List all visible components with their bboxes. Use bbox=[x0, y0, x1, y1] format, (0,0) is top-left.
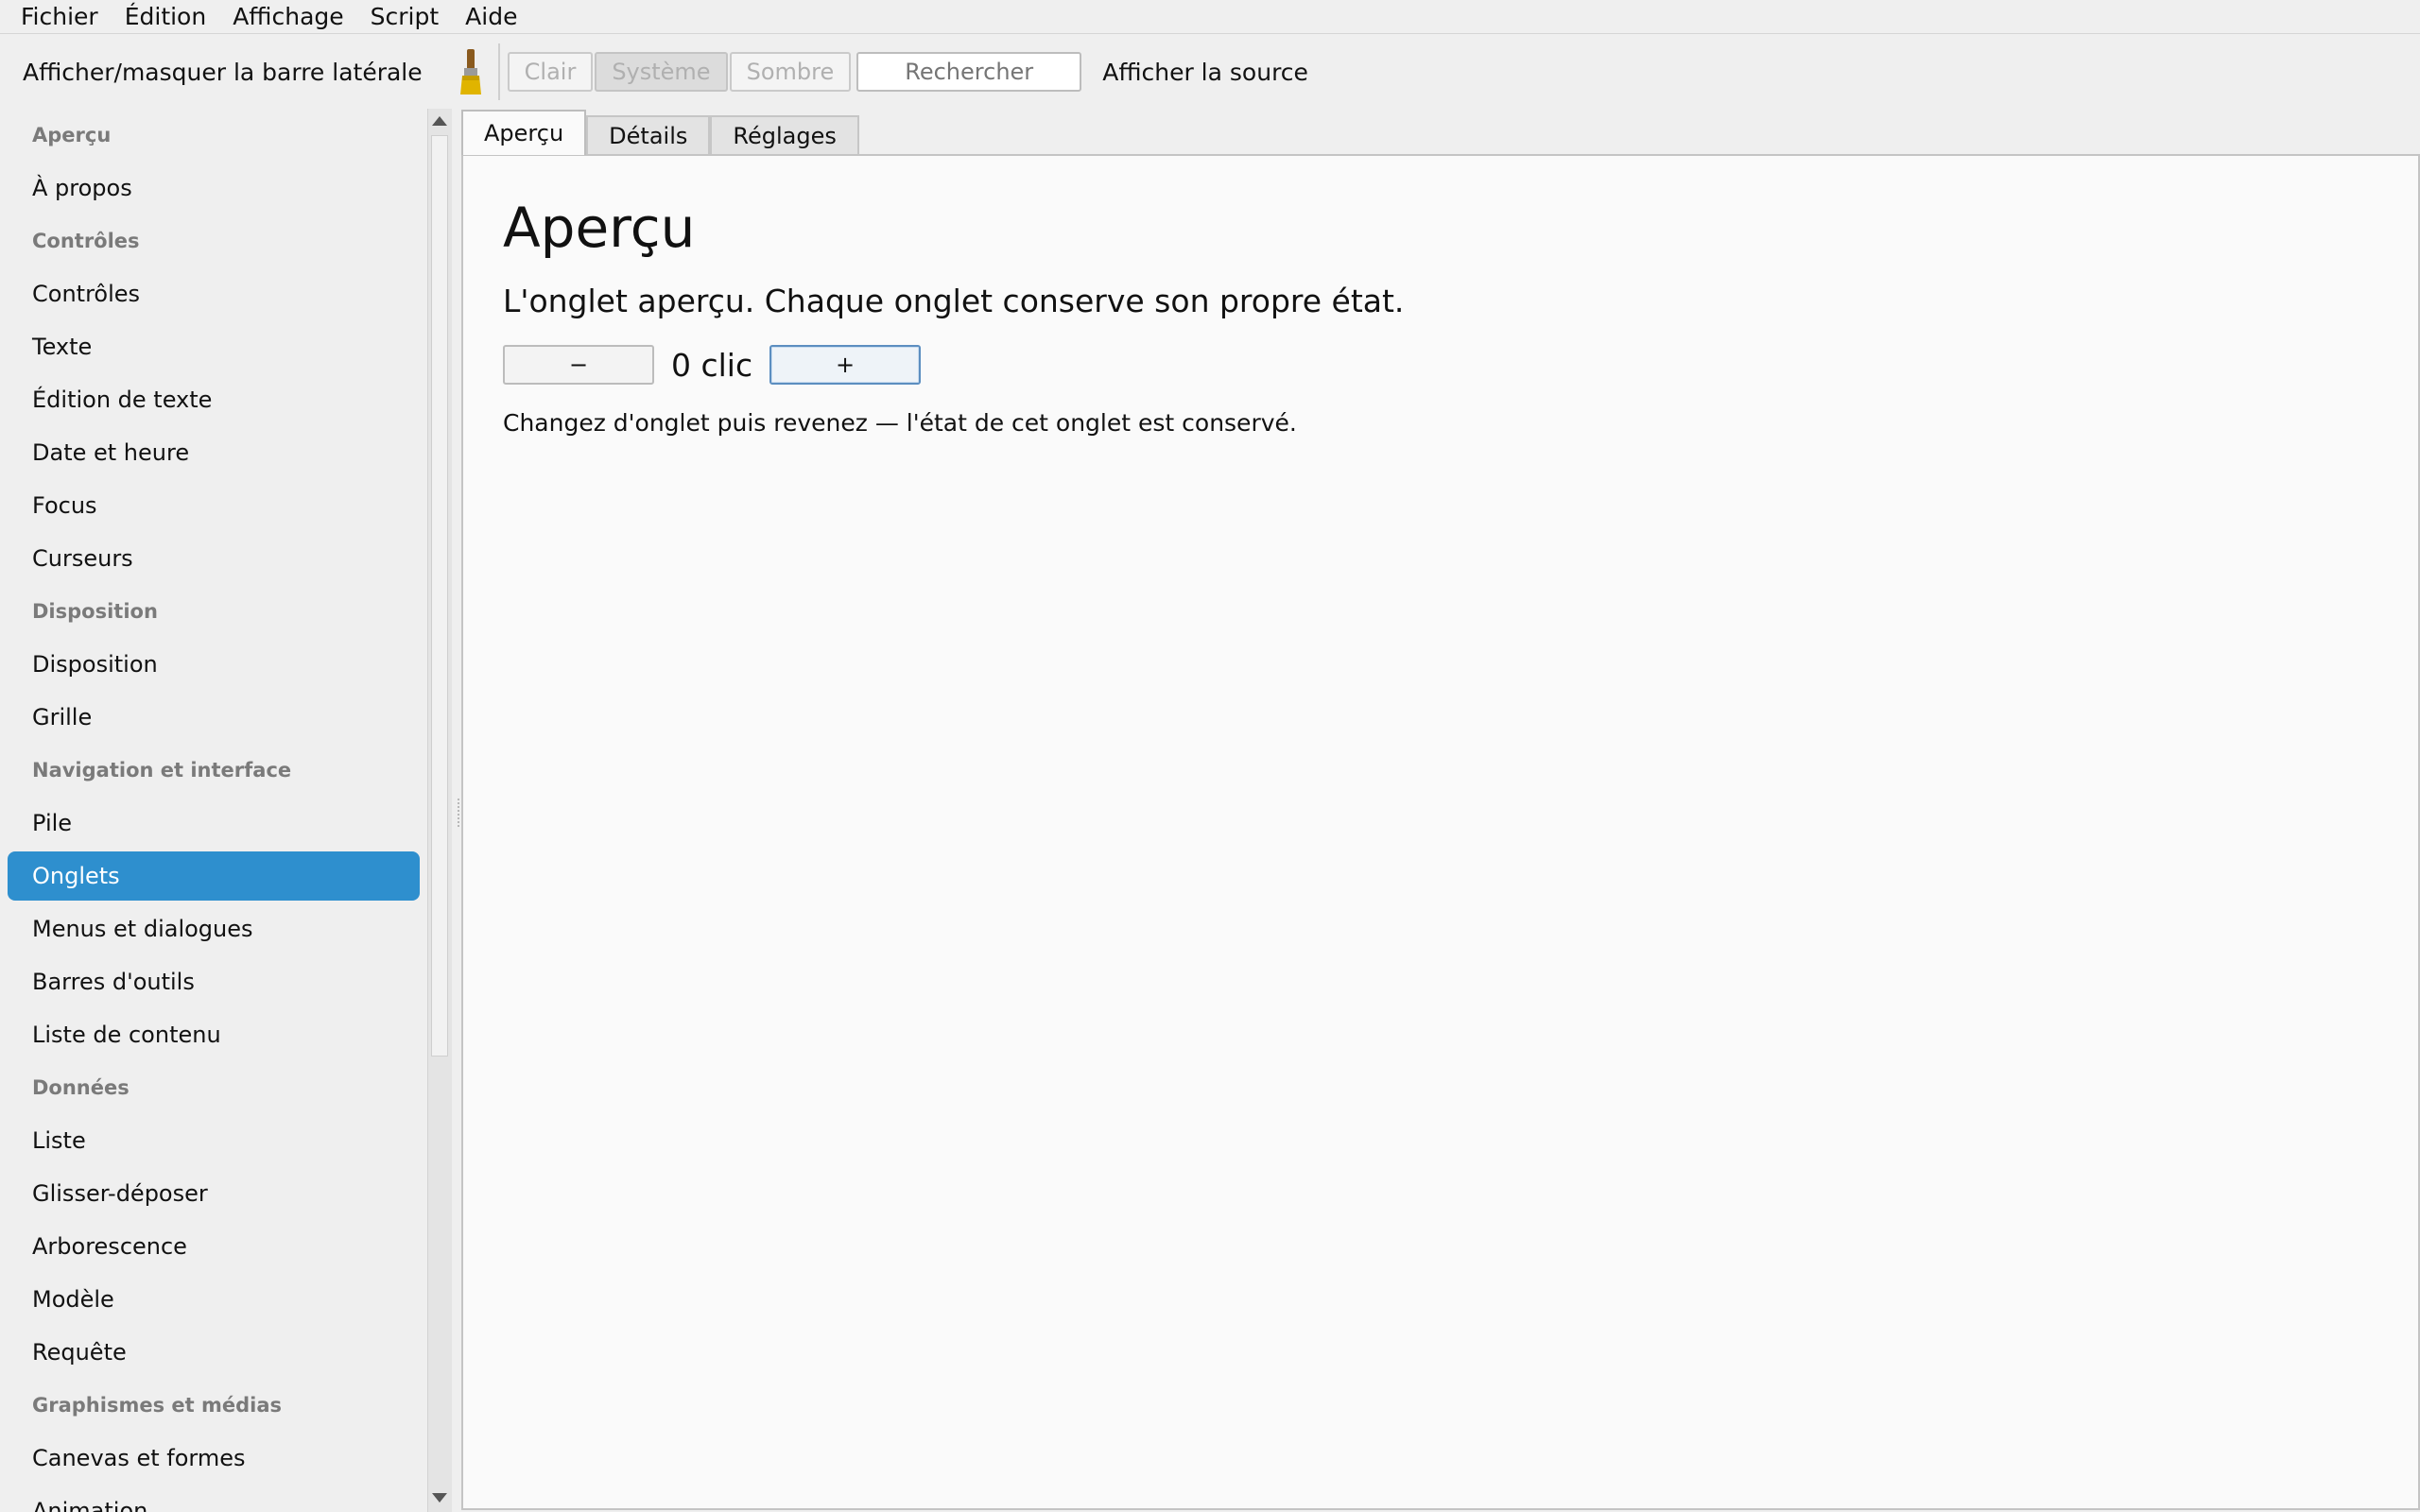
menu-affichage[interactable]: Affichage bbox=[219, 1, 356, 33]
sidebar-item-glisser-deposer[interactable]: Glisser-déposer bbox=[8, 1167, 420, 1220]
sidebar-item-grille[interactable]: Grille bbox=[8, 691, 420, 744]
menu-bar: Fichier Édition Affichage Script Aide bbox=[0, 0, 2420, 34]
theme-selector: Clair Système Sombre bbox=[507, 52, 854, 92]
sidebar-item-onglets[interactable]: Onglets bbox=[8, 851, 420, 901]
toolbar-separator bbox=[497, 43, 500, 100]
sidebar-section-disposition: Disposition bbox=[32, 600, 158, 623]
click-count: 0 clic bbox=[671, 346, 753, 384]
sidebar-item-a-propos[interactable]: À propos bbox=[8, 162, 420, 215]
search-input[interactable] bbox=[856, 52, 1082, 92]
sidebar-section-navigation-et-interface: Navigation et interface bbox=[32, 759, 292, 782]
menu-script[interactable]: Script bbox=[357, 1, 453, 33]
sidebar-item-arborescence[interactable]: Arborescence bbox=[8, 1220, 420, 1273]
sidebar-item-pile[interactable]: Pile bbox=[8, 797, 420, 850]
decrement-button[interactable]: − bbox=[503, 345, 654, 385]
tab-bar: Aperçu Détails Réglages bbox=[461, 110, 859, 155]
increment-button[interactable]: + bbox=[769, 345, 922, 385]
sidebar: Aperçu À propos Contrôles Contrôles Texte Édi… bbox=[0, 109, 427, 1512]
scroll-down-icon[interactable] bbox=[432, 1493, 447, 1503]
toolbar: Afficher/masquer la barre latérale Clair… bbox=[0, 35, 2420, 109]
sidebar-section-donnees: Données bbox=[32, 1076, 130, 1099]
sidebar-item-canevas-et-formes[interactable]: Canevas et formes bbox=[8, 1432, 420, 1485]
menu-aide[interactable]: Aide bbox=[452, 1, 530, 33]
sidebar-item-liste-de-contenu[interactable]: Liste de contenu bbox=[8, 1008, 420, 1061]
sidebar-item-texte[interactable]: Texte bbox=[8, 320, 420, 373]
sidebar-item-edition-de-texte[interactable]: Édition de texte bbox=[8, 373, 420, 426]
sidebar-item-focus[interactable]: Focus bbox=[8, 479, 420, 532]
theme-clair-button[interactable]: Clair bbox=[507, 52, 594, 92]
sidebar-item-modele[interactable]: Modèle bbox=[8, 1273, 420, 1326]
tab-reglages[interactable]: Réglages bbox=[710, 115, 859, 155]
sidebar-item-animation[interactable]: Animation bbox=[8, 1485, 420, 1512]
sidebar-section-apercu: Aperçu bbox=[32, 124, 112, 146]
sidebar-item-curseurs[interactable]: Curseurs bbox=[8, 532, 420, 585]
click-counter: − 0 clic + bbox=[503, 345, 922, 385]
menu-edition[interactable]: Édition bbox=[112, 1, 220, 33]
sidebar-section-graphismes-et-medias: Graphismes et médias bbox=[32, 1394, 282, 1417]
scroll-up-icon[interactable] bbox=[432, 116, 447, 126]
sidebar-item-controles[interactable]: Contrôles bbox=[8, 267, 420, 320]
panel-description: L'onglet aperçu. Chaque onglet conserve … bbox=[503, 283, 1405, 319]
theme-sombre-button[interactable]: Sombre bbox=[729, 52, 852, 92]
tab-panel: Aperçu L'onglet aperçu. Chaque onglet co… bbox=[461, 154, 2420, 1510]
toggle-sidebar-button[interactable]: Afficher/masquer la barre latérale bbox=[23, 59, 423, 86]
sidebar-item-liste[interactable]: Liste bbox=[8, 1114, 420, 1167]
sidebar-item-date-et-heure[interactable]: Date et heure bbox=[8, 426, 420, 479]
sidebar-scrollbar[interactable] bbox=[427, 109, 452, 1512]
sidebar-section-controles: Contrôles bbox=[32, 230, 140, 252]
paintbrush-icon[interactable] bbox=[457, 47, 485, 96]
tab-details[interactable]: Détails bbox=[586, 115, 711, 155]
page-title: Aperçu bbox=[503, 196, 696, 260]
panel-hint: Changez d'onglet puis revenez — l'état d… bbox=[503, 409, 1297, 437]
sidebar-item-menus-et-dialogues[interactable]: Menus et dialogues bbox=[8, 902, 420, 955]
theme-systeme-button[interactable]: Système bbox=[595, 52, 728, 92]
sidebar-item-requete[interactable]: Requête bbox=[8, 1326, 420, 1379]
tab-apercu[interactable]: Aperçu bbox=[461, 110, 587, 155]
sidebar-item-barres-d-outils[interactable]: Barres d'outils bbox=[8, 955, 420, 1008]
sidebar-item-disposition[interactable]: Disposition bbox=[8, 638, 420, 691]
show-source-button[interactable]: Afficher la source bbox=[1102, 59, 1308, 86]
menu-fichier[interactable]: Fichier bbox=[8, 1, 112, 33]
scrollbar-thumb[interactable] bbox=[431, 135, 448, 1057]
